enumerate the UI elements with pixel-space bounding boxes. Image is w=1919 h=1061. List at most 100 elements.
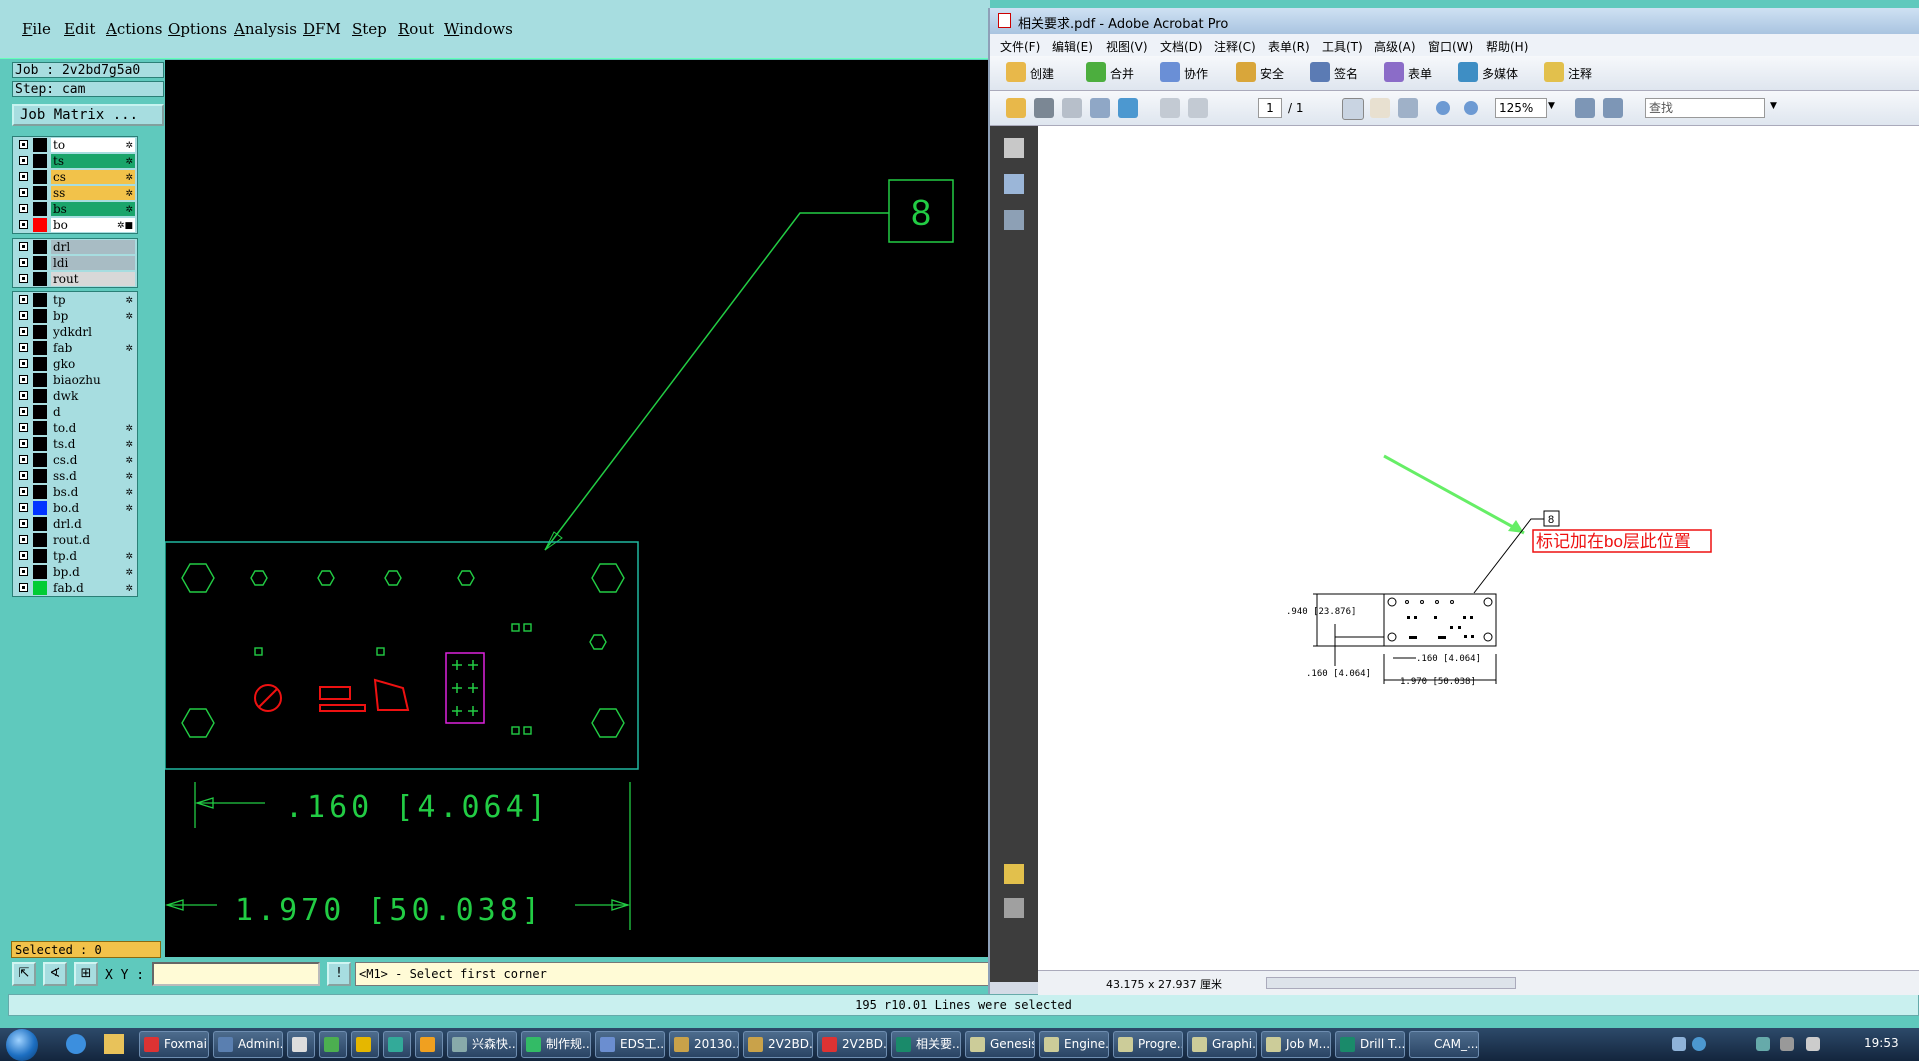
volume-icon[interactable] [1806,1037,1820,1051]
layer-checkbox[interactable] [19,407,28,416]
keyboard-icon[interactable] [1672,1037,1686,1051]
zoom-tool-icon[interactable] [1398,98,1418,118]
layer-checkbox[interactable] [19,327,28,336]
layer-name[interactable]: fab.d ✲ [51,581,135,595]
sign-button[interactable]: 签名 [1334,65,1358,82]
layer-name[interactable]: ldi [51,256,135,270]
layer-row-drl[interactable]: drl [13,239,137,255]
layer-name[interactable]: tp ✲ [51,293,135,307]
layer-checkbox[interactable] [19,220,28,229]
layer-checkbox[interactable] [19,551,28,560]
layer-name[interactable]: ss ✲ [51,186,135,200]
layer-color-swatch[interactable] [33,325,47,339]
layer-checkbox[interactable] [19,359,28,368]
snap-tool-button[interactable]: ⊞ [74,962,98,986]
layer-color-swatch[interactable] [33,581,47,595]
acro-menu-view[interactable]: 视图(V) [1106,38,1148,55]
layer-row-to-d[interactable]: to.d ✲ [13,420,137,436]
layer-row-rout-d[interactable]: rout.d [13,532,137,548]
taskbar-button[interactable] [351,1031,379,1058]
layer-row-dwk[interactable]: dwk [13,388,137,404]
measure-tool-button[interactable]: ∢ [43,962,67,986]
taskbar-button[interactable]: Foxmail [139,1031,209,1058]
menu-windows[interactable]: Windows [444,20,513,38]
xy-input[interactable] [152,962,320,986]
layer-checkbox[interactable] [19,258,28,267]
menu-options[interactable]: Options [168,20,227,38]
taskbar-button[interactable]: 相关要... [891,1031,961,1058]
layer-color-swatch[interactable] [33,272,47,286]
ie-icon[interactable] [66,1034,86,1054]
start-button[interactable] [6,1029,38,1061]
zoom-level-select[interactable]: 125% [1495,98,1547,118]
acro-menu-edit[interactable]: 编辑(E) [1052,38,1093,55]
layer-color-swatch[interactable] [33,309,47,323]
layer-color-swatch[interactable] [33,437,47,451]
taskbar-button[interactable]: Progre... [1113,1031,1183,1058]
layer-row-ydkdrl[interactable]: ydkdrl [13,324,137,340]
layer-color-swatch[interactable] [33,501,47,515]
page-number-input[interactable]: 1 [1258,98,1282,118]
taskbar-button[interactable] [415,1031,443,1058]
layer-name[interactable]: fab ✲ [51,341,135,355]
layer-color-swatch[interactable] [33,421,47,435]
taskbar-button[interactable]: 兴森快... [447,1031,517,1058]
layer-color-swatch[interactable] [33,202,47,216]
taskbar-button[interactable]: 20130... [669,1031,739,1058]
acro-menu-document[interactable]: 文档(D) [1160,38,1203,55]
layer-checkbox[interactable] [19,519,28,528]
layer-row-ts-d[interactable]: ts.d ✲ [13,436,137,452]
zoom-out-icon[interactable] [1436,101,1450,115]
bookmarks-icon[interactable] [1004,174,1024,194]
layer-checkbox[interactable] [19,471,28,480]
acro-menu-advanced[interactable]: 高级(A) [1374,38,1416,55]
layer-row-ldi[interactable]: ldi [13,255,137,271]
acro-menu-window[interactable]: 窗口(W) [1428,38,1473,55]
taskbar-button[interactable]: 2V2BD... [743,1031,813,1058]
taskbar-button[interactable]: Admini... [213,1031,283,1058]
layer-name[interactable]: drl [51,240,135,254]
layer-color-swatch[interactable] [33,373,47,387]
layer-name[interactable]: to.d ✲ [51,421,135,435]
layer-row-bs-d[interactable]: bs.d ✲ [13,484,137,500]
layer-checkbox[interactable] [19,156,28,165]
save-icon[interactable] [1062,98,1082,118]
layer-checkbox[interactable] [19,583,28,592]
layer-name[interactable]: rout.d [51,533,135,547]
layer-checkbox[interactable] [19,391,28,400]
taskbar-button[interactable] [287,1031,315,1058]
menu-step[interactable]: Step [352,20,387,38]
layer-color-swatch[interactable] [33,293,47,307]
layer-name[interactable]: drl.d [51,517,135,531]
select-tool-button[interactable]: ⇱ [12,962,36,986]
layer-name[interactable]: tp.d ✲ [51,549,135,563]
layer-checkbox[interactable] [19,375,28,384]
layer-name[interactable]: gko [51,357,135,371]
layer-checkbox[interactable] [19,455,28,464]
fit-width-icon[interactable] [1603,98,1623,118]
layer-color-swatch[interactable] [33,469,47,483]
pdf-page[interactable]: 8 标记加在bo层此位置 .940 [23.876] .160 [4.064] … [1038,126,1919,982]
layer-name[interactable]: bo.d ✲ [51,501,135,515]
layer-name[interactable]: ss.d ✲ [51,469,135,483]
layer-checkbox[interactable] [19,567,28,576]
zoom-in-icon[interactable] [1464,101,1478,115]
layer-row-fab-d[interactable]: fab.d ✲ [13,580,137,596]
pages-icon[interactable] [1004,138,1024,158]
horizontal-scrollbar[interactable] [1266,977,1516,989]
taskbar-button[interactable]: 制作规... [521,1031,591,1058]
email-icon[interactable] [1090,98,1110,118]
layer-row-rout[interactable]: rout [13,271,137,287]
layer-row-biaozhu[interactable]: biaozhu [13,372,137,388]
layer-color-swatch[interactable] [33,186,47,200]
layer-row-to[interactable]: to ✲ [13,137,137,153]
layer-name[interactable]: to ✲ [51,138,135,152]
search-input[interactable]: 查找 [1645,98,1765,118]
layer-row-cs[interactable]: cs ✲ [13,169,137,185]
taskbar-button[interactable]: Drill T... [1335,1031,1405,1058]
layer-color-swatch[interactable] [33,218,47,232]
layer-checkbox[interactable] [19,172,28,181]
layer-color-swatch[interactable] [33,565,47,579]
taskbar-button[interactable]: 2V2BD... [817,1031,887,1058]
attachment-icon[interactable] [1004,898,1024,918]
